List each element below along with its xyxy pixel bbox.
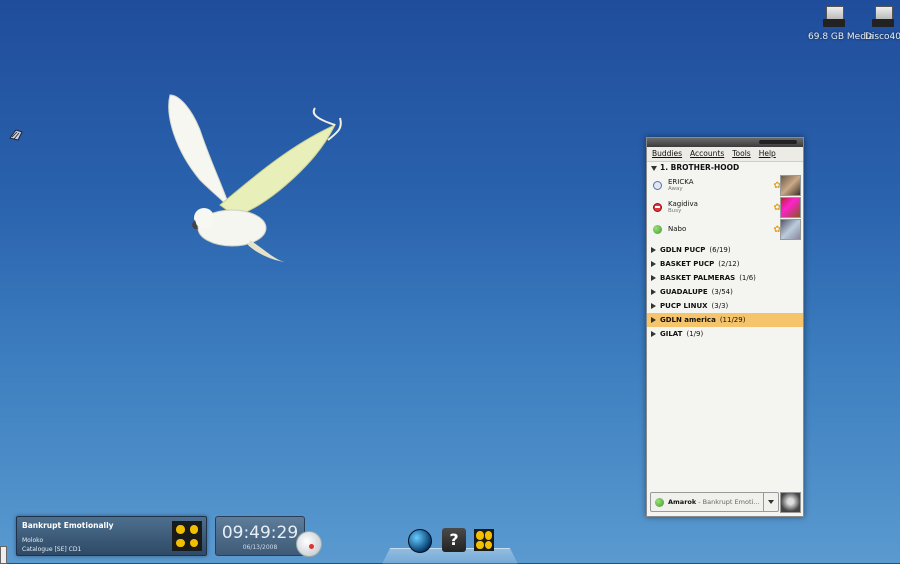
desktop-icon-label: Disco40	[864, 32, 900, 42]
album-cover-icon	[172, 521, 202, 551]
group-name: GDLN america	[660, 316, 716, 324]
available-status-icon	[653, 224, 662, 234]
collapsed-triangle-icon	[651, 331, 656, 337]
buddy-row-ericka[interactable]: ERICKA Away ✿	[647, 174, 803, 196]
status-text: Amarok - Bankrupt Emoti...	[668, 498, 763, 506]
track-artist: Moloko	[22, 537, 44, 544]
menu-help[interactable]: Help	[759, 147, 776, 161]
clock-date: 06/13/2008	[242, 544, 278, 551]
group-count: (3/3)	[711, 302, 729, 310]
window-grip[interactable]	[759, 140, 797, 144]
buddy-name: ERICKA	[668, 178, 694, 186]
available-status-icon	[655, 497, 664, 507]
globe-icon[interactable]	[408, 529, 432, 553]
group-guadalupe[interactable]: GUADALUPE (3/54)	[647, 285, 803, 299]
group-name: BASKET PALMERAS	[660, 274, 736, 282]
group-pucp-linux[interactable]: PUCP LINUX (3/3)	[647, 299, 803, 313]
busy-status-icon	[653, 202, 662, 212]
buddy-list-window[interactable]: Buddies Accounts Tools Help 1. BROTHER-H…	[646, 137, 804, 517]
buddy-status: Away	[668, 186, 683, 192]
hard-drive-icon	[823, 6, 845, 28]
record-icon[interactable]	[296, 531, 322, 557]
buddy-row-nabo[interactable]: Nabo ✿	[647, 218, 803, 240]
group-basket-palmeras[interactable]: BASKET PALMERAS (1/6)	[647, 271, 803, 285]
collapsed-triangle-icon	[651, 261, 656, 267]
group-count: (1/6)	[739, 274, 756, 282]
collapsed-triangle-icon	[651, 303, 656, 309]
track-album: Catalogue [SE] CD1	[22, 546, 82, 553]
group-count: (1/9)	[686, 330, 704, 338]
help-icon[interactable]: ?	[442, 528, 466, 552]
group-name: GUADALUPE	[660, 288, 708, 296]
group-name: PUCP LINUX	[660, 302, 708, 310]
buddy-name: Kagidiva	[668, 200, 698, 208]
group-basket-pucp[interactable]: BASKET PUCP (2/12)	[647, 257, 803, 271]
collapsed-triangle-icon	[651, 317, 656, 323]
group-name: BASKET PUCP	[660, 260, 715, 268]
buddy-avatar	[780, 219, 801, 240]
desktop-icon-label: 69.8 GB Media	[808, 32, 874, 42]
away-status-icon	[653, 180, 662, 190]
buddy-row-kagidiva[interactable]: Kagidiva Busy ✿	[647, 196, 803, 218]
menu-accounts[interactable]: Accounts	[690, 147, 724, 161]
collapsed-triangle-icon	[651, 275, 656, 281]
desktop-icon-disco40[interactable]: Disco40	[857, 6, 900, 42]
panel-edge-handle[interactable]	[0, 546, 7, 564]
group-gdln-america[interactable]: GDLN america (11/29)	[647, 313, 803, 327]
group-count: (6/19)	[709, 246, 731, 254]
status-name: Amarok	[668, 498, 697, 506]
my-avatar[interactable]	[780, 492, 801, 513]
group-name: GILAT	[660, 330, 683, 338]
group-count: (11/29)	[719, 316, 746, 324]
collapsed-triangle-icon	[651, 247, 656, 253]
amarok-album-icon[interactable]	[474, 529, 494, 551]
buddy-avatar	[780, 197, 801, 218]
group-gdln-pucp[interactable]: GDLN PUCP (6/19)	[647, 243, 803, 257]
desktop-icon-media-drive[interactable]: 69.8 GB Media	[808, 6, 874, 42]
group-gilat[interactable]: GILAT (1/9)	[647, 327, 803, 341]
cockatoo-wallpaper-image	[168, 94, 342, 262]
track-title: Bankrupt Emotionally	[22, 521, 114, 530]
group-count: (3/54)	[711, 288, 733, 296]
collapsed-triangle-icon	[651, 289, 656, 295]
group-brother-hood[interactable]: 1. BROTHER-HOOD	[647, 162, 803, 174]
menu-tools[interactable]: Tools	[732, 147, 750, 161]
group-label: 1. BROTHER-HOOD	[660, 163, 740, 172]
menu-buddies[interactable]: Buddies	[652, 147, 682, 161]
menu-bar: Buddies Accounts Tools Help	[647, 147, 803, 162]
expanded-triangle-icon	[651, 165, 657, 171]
chevron-down-icon[interactable]	[763, 493, 778, 511]
window-titlebar[interactable]	[647, 138, 803, 147]
buddy-status: Busy	[668, 208, 682, 214]
status-selector[interactable]: Amarok - Bankrupt Emoti...	[650, 492, 779, 512]
group-count: (2/12)	[718, 260, 740, 268]
status-subtext: - Bankrupt Emoti...	[696, 498, 760, 506]
buddy-name: Nabo	[668, 225, 687, 233]
clock-widget[interactable]: 09:49:29 06/13/2008	[215, 516, 305, 556]
buddy-avatar	[780, 175, 801, 196]
now-playing-widget[interactable]: Bankrupt Emotionally Moloko Catalogue [S…	[16, 516, 207, 556]
clock-time: 09:49:29	[221, 523, 299, 543]
small-desktop-icon[interactable]	[8, 126, 24, 144]
hard-drive-icon	[872, 6, 894, 28]
group-name: GDLN PUCP	[660, 246, 706, 254]
